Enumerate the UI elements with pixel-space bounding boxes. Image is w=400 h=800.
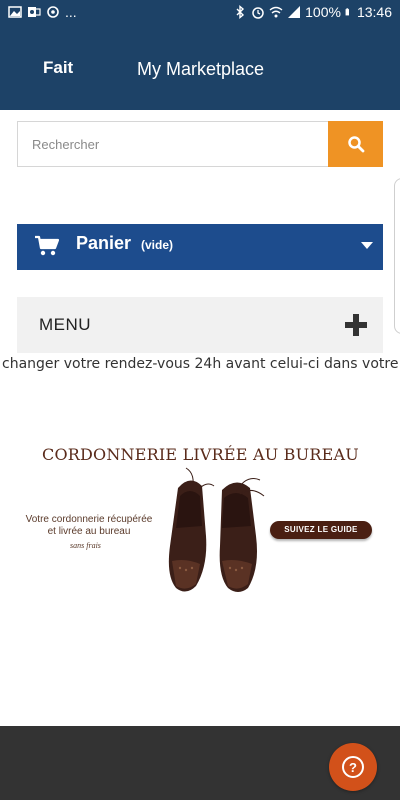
banner-note: sans frais bbox=[70, 541, 101, 550]
announcement-marquee: changer votre rendez-vous 24h avant celu… bbox=[0, 356, 400, 376]
banner-subtitle-line1: Votre cordonnerie récupérée bbox=[25, 514, 153, 525]
status-right: 100% 13:46 bbox=[233, 4, 392, 20]
done-button[interactable]: Fait bbox=[43, 58, 73, 78]
app-header: Fait My Marketplace bbox=[0, 26, 400, 110]
search-input[interactable] bbox=[17, 121, 329, 167]
plus-icon bbox=[345, 314, 367, 336]
menu-toggle[interactable]: MENU bbox=[17, 297, 383, 353]
side-scroll-handle[interactable] bbox=[394, 178, 400, 334]
cart-label: Panier bbox=[76, 233, 132, 253]
search-button[interactable] bbox=[328, 121, 383, 167]
battery-percent: 100% bbox=[305, 4, 341, 20]
help-button[interactable]: ? bbox=[329, 743, 377, 791]
status-bar: ... 100% 13:46 bbox=[0, 0, 400, 26]
menu-label: MENU bbox=[39, 315, 92, 334]
banner-subtitle-line2: et livrée au bureau bbox=[47, 526, 131, 537]
alarm-icon bbox=[252, 7, 264, 19]
battery-icon bbox=[345, 8, 349, 16]
search-icon bbox=[347, 136, 364, 153]
cart-icon bbox=[35, 235, 59, 256]
caret-down-icon bbox=[361, 242, 373, 249]
shoes-image bbox=[168, 467, 265, 592]
promo-banner[interactable]: CORDONNERIE LIVRÉE AU BUREAU Votre cordo… bbox=[18, 440, 382, 600]
bluetooth-icon bbox=[236, 5, 245, 19]
follow-guide-button[interactable]: SUIVEZ LE GUIDE bbox=[270, 521, 372, 539]
image-icon bbox=[8, 6, 22, 18]
wifi-icon bbox=[269, 6, 283, 18]
sync-icon bbox=[47, 6, 59, 18]
clock: 13:46 bbox=[356, 4, 392, 20]
signal-icon bbox=[288, 6, 301, 18]
page-title: My Marketplace bbox=[137, 59, 265, 79]
help-icon: ? bbox=[342, 756, 364, 778]
announcement-text: changer votre rendez-vous 24h avant celu… bbox=[2, 356, 400, 372]
banner-title: CORDONNERIE LIVRÉE AU BUREAU bbox=[42, 445, 359, 464]
status-left: ... bbox=[8, 4, 77, 20]
search-bar bbox=[17, 121, 383, 167]
cart-status: (vide) bbox=[141, 238, 174, 252]
outlook-icon bbox=[28, 7, 41, 17]
banner-subtitle: Votre cordonnerie récupérée et livrée au… bbox=[18, 514, 160, 538]
status-more: ... bbox=[65, 4, 77, 20]
cart-button[interactable]: Panier (vide) bbox=[17, 224, 383, 270]
